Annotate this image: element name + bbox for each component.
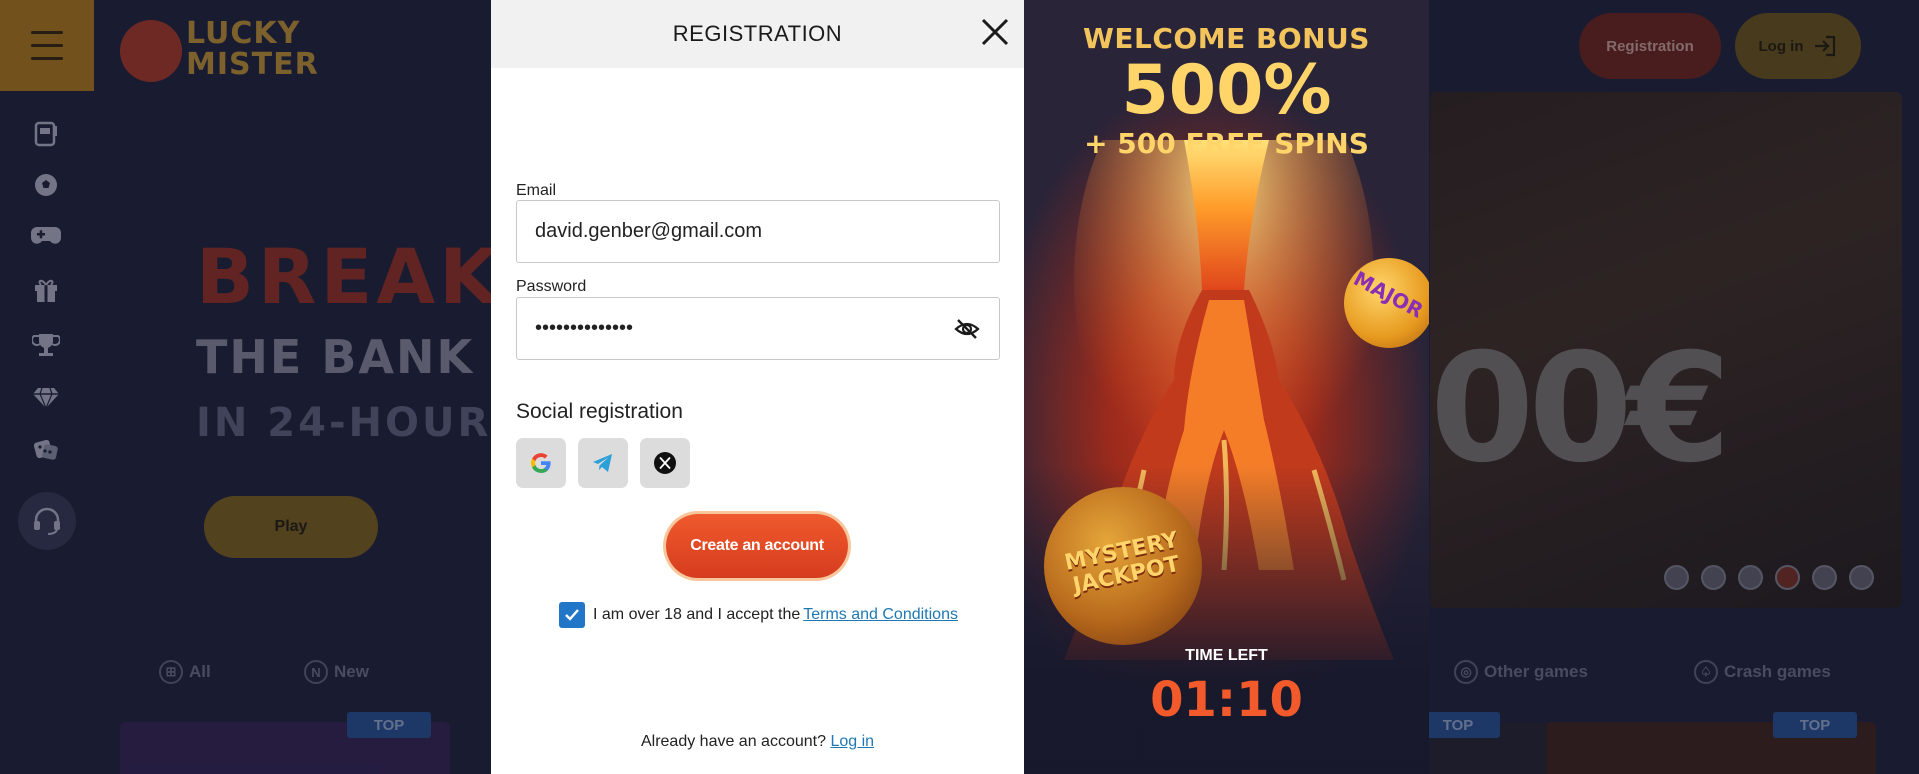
telegram-icon	[593, 454, 612, 472]
social-registration-title: Social registration	[516, 400, 683, 423]
password-input[interactable]	[535, 317, 953, 340]
terms-checkbox[interactable]	[559, 602, 585, 628]
eye-off-icon[interactable]	[953, 315, 981, 343]
modal-title: REGISTRATION	[672, 21, 843, 46]
close-icon	[981, 18, 1009, 46]
checkmark-icon	[565, 609, 579, 621]
google-button[interactable]	[516, 438, 566, 488]
password-field[interactable]	[516, 297, 1000, 360]
close-button[interactable]	[978, 15, 1012, 49]
bonus-headline: WELCOME BONUS 500% + 500 FREE SPINS	[1024, 22, 1429, 160]
x-icon	[654, 452, 676, 474]
modal-header: REGISTRATION	[491, 0, 1024, 68]
bonus-percent: 500%	[1121, 51, 1332, 130]
time-left-label: TIME LEFT	[1185, 647, 1268, 664]
terms-consent: I am over 18 and I accept the Terms and …	[559, 602, 958, 628]
email-label: Email	[516, 182, 557, 199]
countdown-timer: 01:10	[1150, 672, 1303, 728]
registration-modal: REGISTRATION Email Password Social regis…	[491, 0, 1024, 774]
free-spins-text: + 500 FREE SPINS	[1084, 127, 1369, 160]
telegram-button[interactable]	[578, 438, 628, 488]
password-label: Password	[516, 278, 587, 295]
email-input[interactable]	[535, 220, 981, 243]
terms-link[interactable]: Terms and Conditions	[803, 606, 958, 624]
login-link[interactable]: Log in	[830, 733, 874, 750]
google-icon	[531, 453, 551, 474]
already-account-row: Already have an account? Log in	[491, 733, 1024, 751]
terms-text: I am over 18 and I accept the	[593, 606, 801, 623]
already-account-text: Already have an account?	[640, 733, 826, 750]
social-buttons	[516, 438, 690, 488]
welcome-bonus-panel: WELCOME BONUS 500% + 500 FREE SPINS MAJO…	[1024, 0, 1429, 774]
email-field[interactable]	[516, 200, 1000, 263]
create-account-button[interactable]: Create an account	[666, 514, 848, 578]
x-button[interactable]	[640, 438, 690, 488]
